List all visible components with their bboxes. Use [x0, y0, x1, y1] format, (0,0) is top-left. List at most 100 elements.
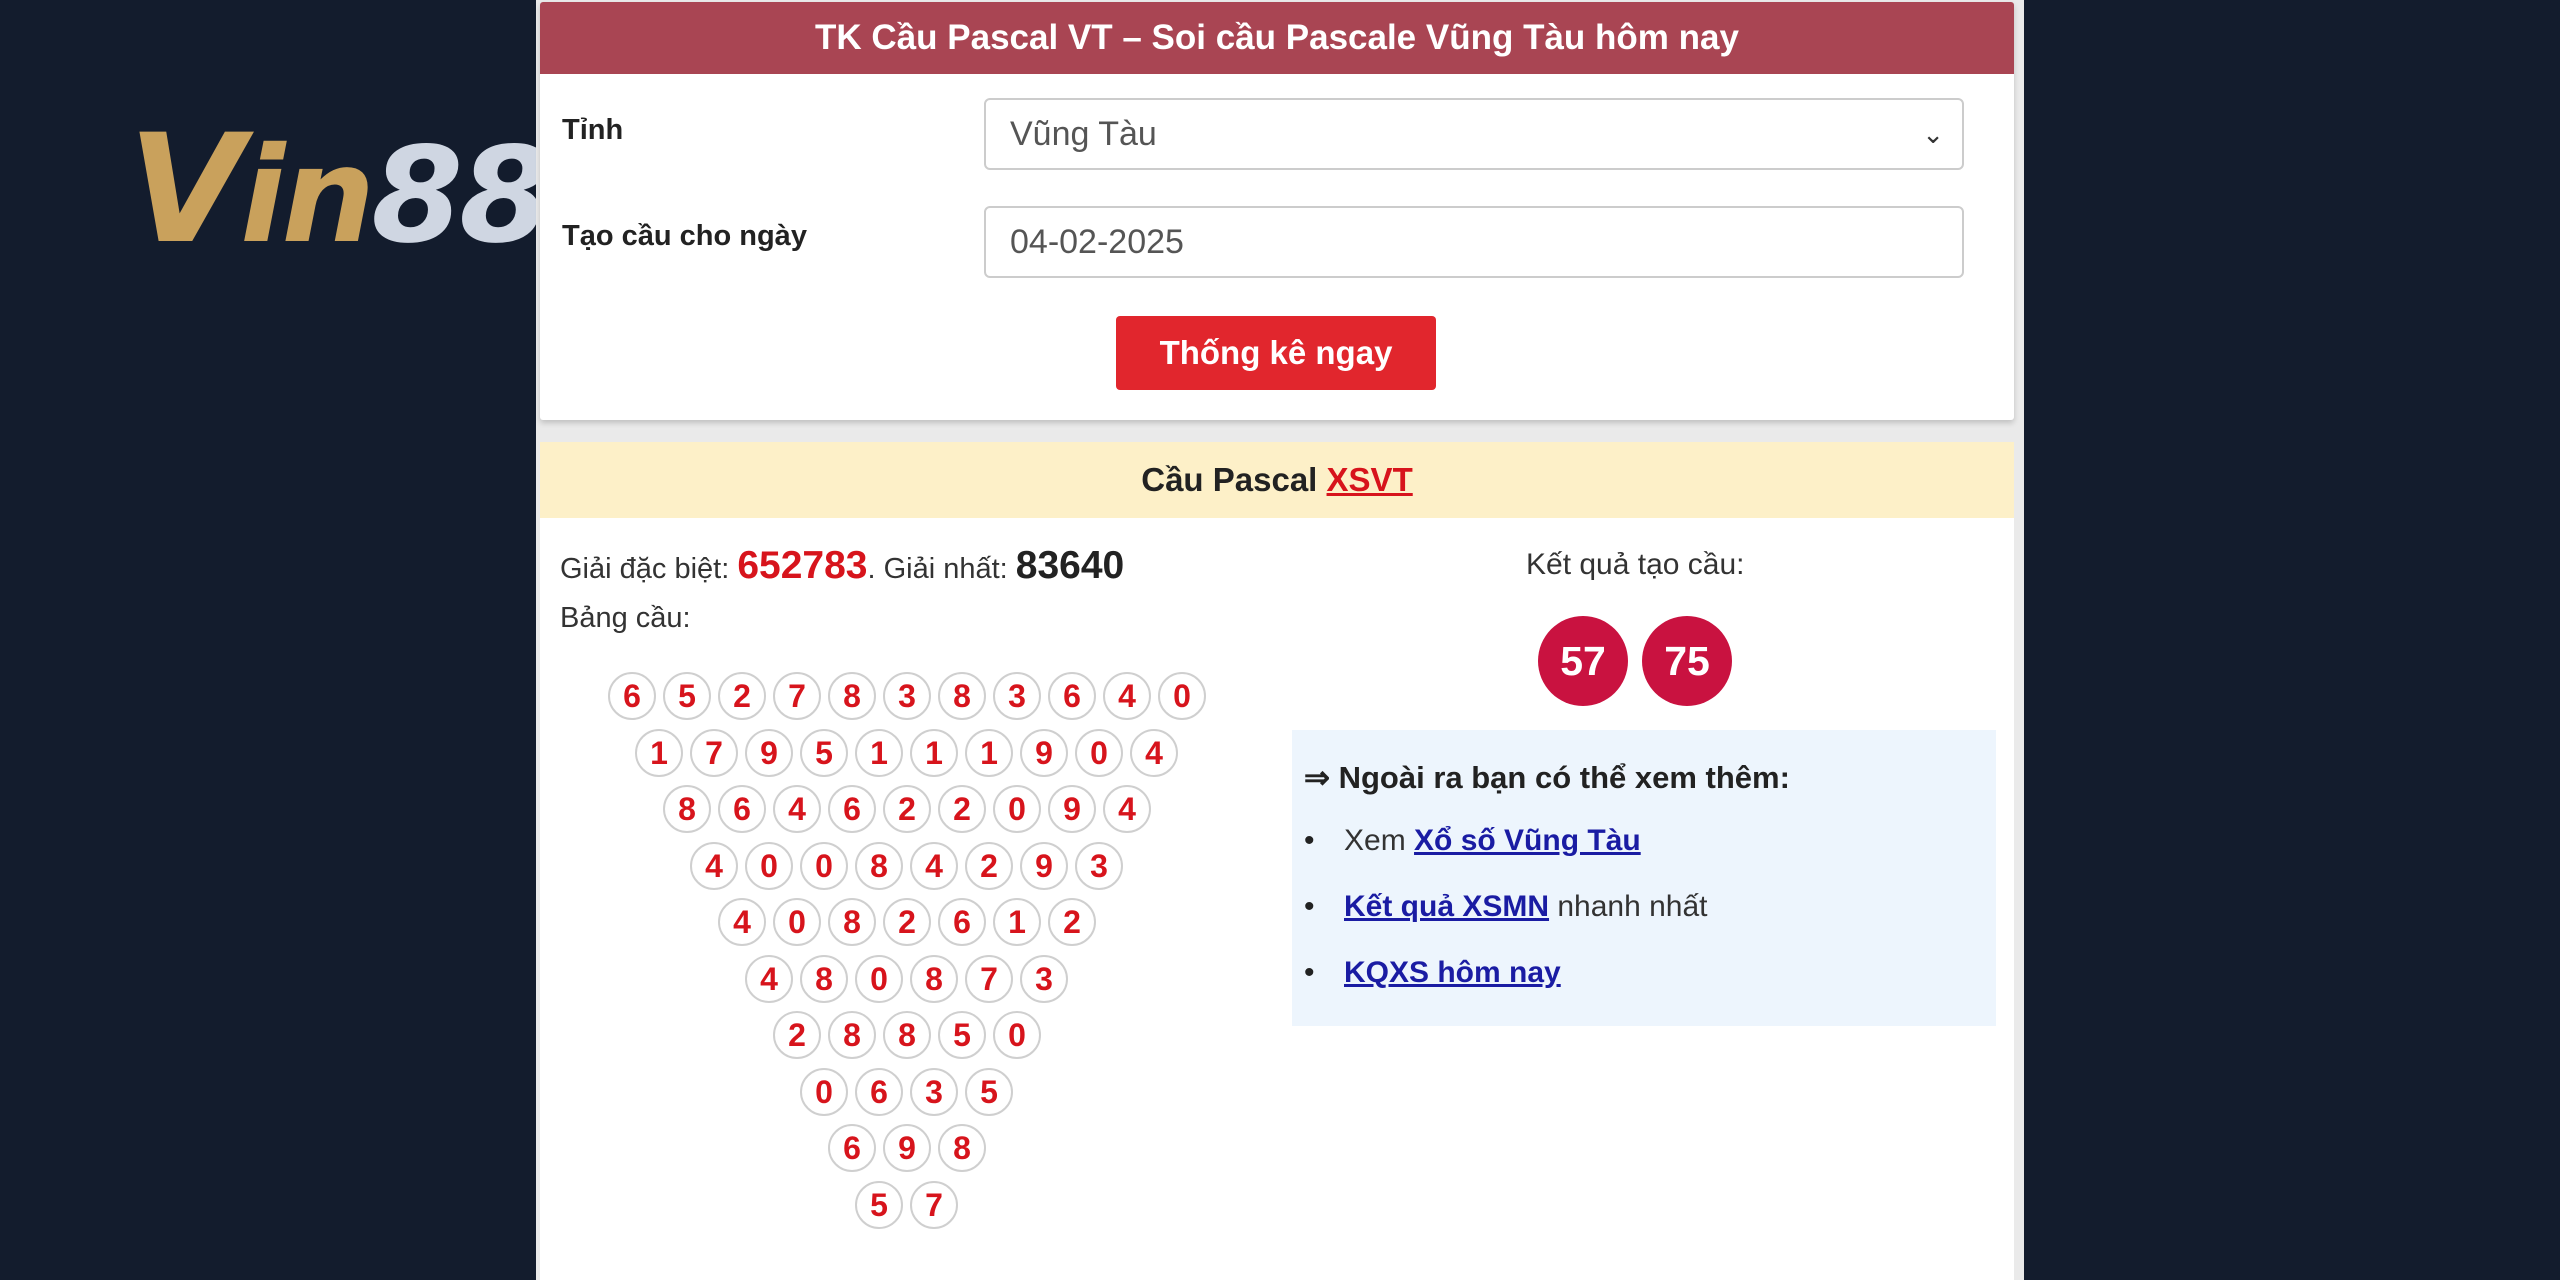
- first-prize-label: Giải nhất:: [883, 553, 1008, 585]
- pascal-digit: 6: [828, 1124, 876, 1172]
- bullet-icon: •: [1304, 956, 1315, 989]
- pascal-digit: 0: [800, 1068, 848, 1116]
- pascal-digit: 8: [828, 898, 876, 946]
- pascal-digit: 6: [718, 785, 766, 833]
- pascal-digit: 9: [1048, 785, 1096, 833]
- pascal-digit: 9: [1020, 729, 1068, 777]
- pascal-digit: 5: [855, 1181, 903, 1229]
- pascal-digit: 9: [745, 729, 793, 777]
- pascal-digit: 1: [993, 898, 1041, 946]
- pascal-digit: 0: [800, 842, 848, 890]
- pascal-digit: 7: [773, 672, 821, 720]
- special-prize-label: Giải đặc biệt:: [560, 553, 730, 585]
- see-more-item: • KQXS hôm nay: [1304, 956, 1561, 990]
- pascal-digit: 2: [883, 898, 931, 946]
- pascal-digit: 3: [910, 1068, 958, 1116]
- date-value: 04-02-2025: [1010, 223, 1184, 261]
- pascal-digit: 8: [828, 672, 876, 720]
- result-ball: 75: [1642, 616, 1732, 706]
- pascal-digit: 2: [883, 785, 931, 833]
- pascal-row: 65278383640: [608, 672, 1213, 720]
- special-prize-value: 652783: [737, 544, 868, 587]
- section-title: Cầu Pascal XSVT: [540, 442, 2014, 518]
- pascal-row: 864622094: [663, 785, 1158, 833]
- pascal-digit: 7: [690, 729, 738, 777]
- pascal-digit: 4: [910, 842, 958, 890]
- pascal-form-card: TK Cầu Pascal VT – Soi cầu Pascale Vũng …: [540, 2, 2014, 420]
- pascal-digit: 8: [938, 1124, 986, 1172]
- pascal-digit: 4: [773, 785, 821, 833]
- pascal-digit: 4: [1103, 785, 1151, 833]
- pascal-digit: 3: [883, 672, 931, 720]
- ketqua-xsmn-link[interactable]: Kết quả XSMN: [1344, 890, 1549, 923]
- chevron-down-icon: ⌄: [1922, 119, 1944, 149]
- pascal-digit: 0: [745, 842, 793, 890]
- pascal-digit: 6: [1048, 672, 1096, 720]
- pascal-row: 698: [828, 1124, 993, 1172]
- pascal-digit: 1: [855, 729, 903, 777]
- pascal-digit: 5: [938, 1011, 986, 1059]
- pascal-digit: 3: [1075, 842, 1123, 890]
- result-ball: 57: [1538, 616, 1628, 706]
- pascal-digit: 2: [1048, 898, 1096, 946]
- pascal-digit: 6: [938, 898, 986, 946]
- first-prize-value: 83640: [1015, 544, 1125, 587]
- pascal-digit: 4: [745, 955, 793, 1003]
- pascal-digit: 4: [718, 898, 766, 946]
- pascal-digit: 8: [883, 1011, 931, 1059]
- pascal-digit: 4: [1103, 672, 1151, 720]
- pascal-digit: 8: [910, 955, 958, 1003]
- xsvt-link[interactable]: XSVT: [1327, 461, 1413, 498]
- province-select[interactable]: Vũng Tàu ⌄: [984, 98, 1964, 170]
- see-more-box: ⇒ Ngoài ra bạn có thể xem thêm: • Xem Xổ…: [1292, 730, 1996, 1026]
- pascal-digit: 5: [800, 729, 848, 777]
- vin88-logo: Vin88: [128, 103, 551, 277]
- table-label: Bảng cầu:: [560, 602, 691, 634]
- pascal-row: 40084293: [690, 842, 1130, 890]
- pascal-digit: 8: [800, 955, 848, 1003]
- pascal-digit: 4: [1130, 729, 1178, 777]
- pascal-row: 4082612: [718, 898, 1103, 946]
- province-value: Vũng Tàu: [1010, 115, 1157, 153]
- pascal-digit: 0: [855, 955, 903, 1003]
- pascal-digit: 0: [1158, 672, 1206, 720]
- bullet-icon: •: [1304, 824, 1315, 857]
- pascal-digit: 8: [828, 1011, 876, 1059]
- province-label: Tỉnh: [562, 114, 624, 146]
- card-title: TK Cầu Pascal VT – Soi cầu Pascale Vũng …: [540, 2, 2014, 74]
- pascal-digit: 4: [690, 842, 738, 890]
- pascal-digit: 0: [1075, 729, 1123, 777]
- pascal-digit: 0: [993, 785, 1041, 833]
- pascal-digit: 1: [910, 729, 958, 777]
- pascal-digit: 2: [718, 672, 766, 720]
- prize-line: Giải đặc biệt: 652783. Giải nhất: 83640: [560, 544, 1125, 587]
- date-label: Tạo cầu cho ngày: [562, 220, 807, 252]
- pascal-digit: 9: [883, 1124, 931, 1172]
- bullet-icon: •: [1304, 890, 1315, 923]
- pascal-digit: 5: [965, 1068, 1013, 1116]
- pascal-digit: 6: [855, 1068, 903, 1116]
- pascal-row: 57: [855, 1181, 965, 1229]
- pascal-digit: 8: [663, 785, 711, 833]
- pascal-digit: 0: [993, 1011, 1041, 1059]
- see-more-item: • Xem Xổ số Vũng Tàu: [1304, 824, 1641, 857]
- xoso-vungtau-link[interactable]: Xổ số Vũng Tàu: [1414, 824, 1641, 857]
- pascal-digit: 6: [828, 785, 876, 833]
- see-more-item: • Kết quả XSMN nhanh nhất: [1304, 890, 1708, 923]
- result-label: Kết quả tạo cầu:: [1526, 548, 1745, 581]
- pascal-digit: 1: [965, 729, 1013, 777]
- pascal-digit: 7: [910, 1181, 958, 1229]
- pascal-digit: 6: [608, 672, 656, 720]
- date-input[interactable]: 04-02-2025: [984, 206, 1964, 278]
- kqxs-today-link[interactable]: KQXS hôm nay: [1344, 956, 1561, 989]
- pascal-row: 0635: [800, 1068, 1020, 1116]
- submit-button[interactable]: Thống kê ngay: [1116, 316, 1436, 390]
- pascal-digit: 7: [965, 955, 1013, 1003]
- pascal-digit: 2: [773, 1011, 821, 1059]
- main-panel: TK Cầu Pascal VT – Soi cầu Pascale Vũng …: [536, 0, 2024, 1280]
- pascal-digit: 8: [938, 672, 986, 720]
- pascal-result-section: Cầu Pascal XSVT Giải đặc biệt: 652783. G…: [540, 442, 2014, 1280]
- pascal-digit: 2: [938, 785, 986, 833]
- see-more-title: ⇒ Ngoài ra bạn có thể xem thêm:: [1304, 760, 1790, 795]
- pascal-row: 28850: [773, 1011, 1048, 1059]
